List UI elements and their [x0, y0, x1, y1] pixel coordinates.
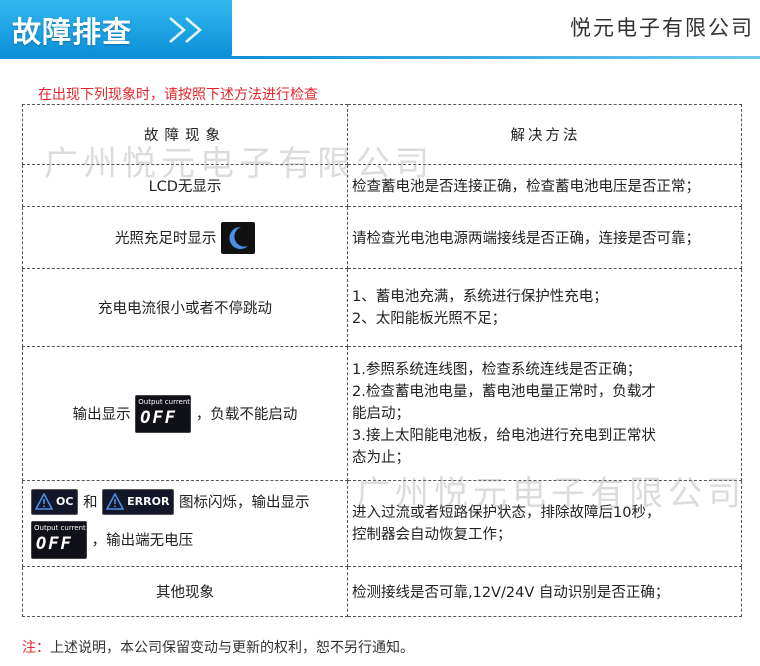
company-name: 悦元电子有限公司 [570, 16, 754, 40]
phenomenon-cell: 输出显示 Output current OFF ，负载不能启动 [22, 346, 348, 481]
phenomenon-cell: OC 和 ERROR 图标闪烁，输出显示 Output current OFF … [22, 480, 348, 567]
col-solution-header: 解决方法 [347, 104, 742, 165]
troubleshooting-table: 故障现象 解决方法 LCD无显示 检查蓄电池是否连接正确，检查蓄电池电压是否正常… [22, 104, 742, 617]
footnote: 注：上述说明，本公司保留变动与更新的权利，恕不另行通知。 [22, 640, 414, 656]
page-title: 故障排查 [12, 15, 133, 49]
phenomenon-cell: LCD无显示 [22, 164, 348, 207]
table-row: 其他现象 检测接线是否可靠,12V/24V 自动识别是否正确； [22, 566, 742, 617]
phenomenon-cell: 光照充足时显示 [22, 206, 348, 269]
error-warning-icon: ERROR [102, 488, 175, 515]
output-off-lcd-icon: Output current OFF [135, 394, 192, 433]
solution-cell: 1、蓄电池充满，系统进行保护性充电； 2、太阳能板光照不足； [347, 268, 742, 347]
output-off-lcd-icon: Output current OFF [31, 520, 87, 559]
phenomenon-cell: 充电电流很小或者不停跳动 [22, 268, 348, 347]
table-row: 充电电流很小或者不停跳动 1、蓄电池充满，系统进行保护性充电； 2、太阳能板光照… [22, 268, 742, 347]
solution-cell: 检测接线是否可靠,12V/24V 自动识别是否正确； [347, 566, 742, 617]
table-row: OC 和 ERROR 图标闪烁，输出显示 Output current OFF … [22, 480, 742, 567]
title-banner: 故障排查 [0, 0, 232, 58]
moon-icon [221, 221, 256, 254]
table-row: 输出显示 Output current OFF ，负载不能启动 1.参照系统连线… [22, 346, 742, 481]
solution-cell: 1.参照系统连线图，检查系统连线是否正确； 2.检查蓄电池电量，蓄电池电量正常时… [347, 346, 742, 481]
solution-cell: 进入过流或者短路保护状态，排除故障后10秒， 控制器会自动恢复工作； [347, 480, 742, 567]
solution-cell: 检查蓄电池是否连接正确，检查蓄电池电压是否正常； [347, 164, 742, 207]
header: 故障排查 悦元电子有限公司 [0, 0, 760, 59]
overcurrent-warning-icon: OC [31, 488, 79, 515]
double-chevron-right-icon [169, 17, 202, 43]
table-row: 光照充足时显示 请检查光电池电源两端接线是否正确，连接是否可靠； [22, 206, 742, 269]
phenomenon-cell: 其他现象 [22, 566, 348, 617]
header-divider [0, 56, 760, 59]
table-header-row: 故障现象 解决方法 [22, 104, 742, 165]
table-row: LCD无显示 检查蓄电池是否连接正确，检查蓄电池电压是否正常； [22, 164, 742, 207]
col-phenomenon-header: 故障现象 [22, 104, 348, 165]
intro-text: 在出现下列现象时，请按照下述方法进行检查 [38, 87, 318, 103]
solution-cell: 请检查光电池电源两端接线是否正确，连接是否可靠； [347, 206, 742, 269]
